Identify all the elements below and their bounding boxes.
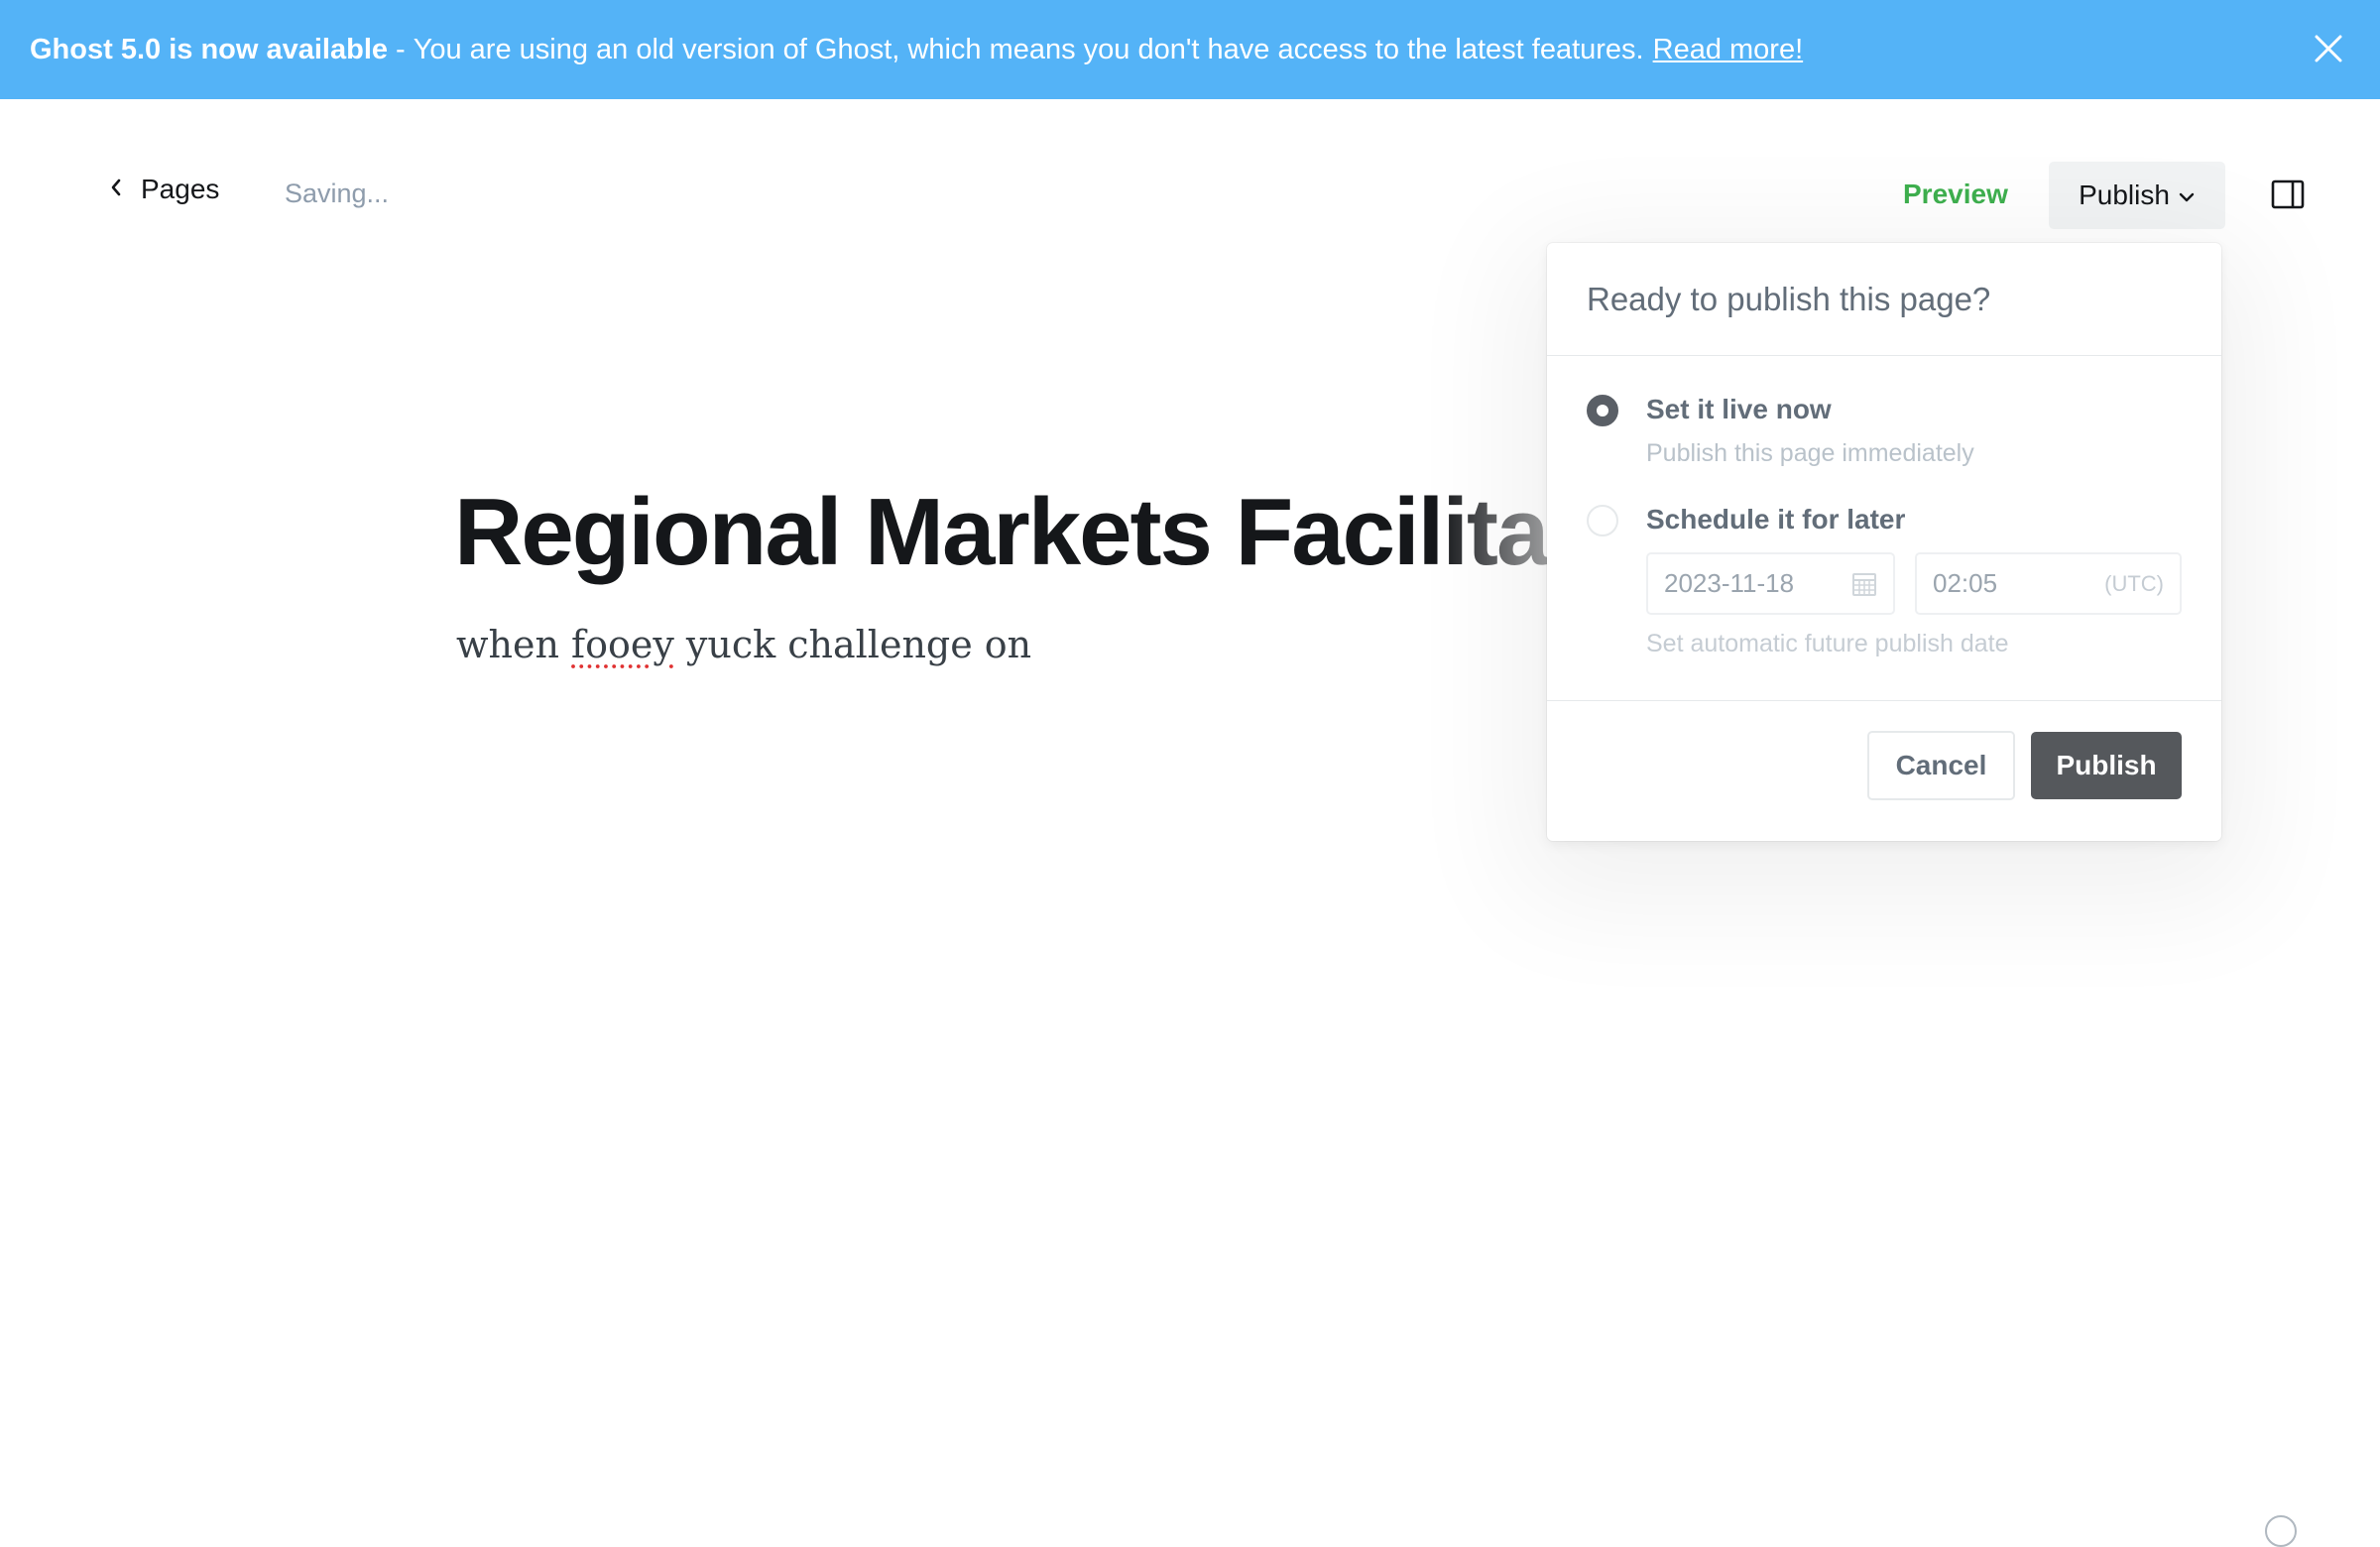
option-now-title: Set it live now bbox=[1646, 394, 1832, 424]
back-to-pages-link[interactable]: Pages bbox=[109, 174, 219, 205]
publish-button[interactable]: Publish bbox=[2031, 732, 2182, 799]
option-schedule-later[interactable]: Schedule it for later bbox=[1587, 504, 1906, 536]
schedule-date-input[interactable]: 2023-11-18 bbox=[1646, 552, 1895, 615]
banner-headline: Ghost 5.0 is now available bbox=[30, 33, 389, 65]
banner-message: You are using an old version of Ghost, w… bbox=[413, 33, 1644, 65]
cancel-button[interactable]: Cancel bbox=[1867, 731, 2015, 800]
update-banner: Ghost 5.0 is now available - You are usi… bbox=[0, 0, 2380, 99]
page-title[interactable]: Regional Markets Facilitator bbox=[454, 478, 1670, 587]
chevron-down-icon bbox=[2170, 179, 2196, 211]
publish-panel-heading: Ready to publish this page? bbox=[1547, 243, 2221, 356]
save-status: Saving... bbox=[285, 178, 390, 208]
option-now-description: Publish this page immediately bbox=[1646, 439, 1974, 467]
radio-schedule-later[interactable] bbox=[1587, 505, 1618, 536]
back-label: Pages bbox=[141, 174, 220, 204]
body-text-start: when bbox=[456, 623, 572, 666]
timezone-label: (UTC) bbox=[2104, 570, 2164, 596]
schedule-time-input[interactable]: 02:05 (UTC) bbox=[1915, 552, 2182, 615]
schedule-help-text: Set automatic future publish date bbox=[1646, 630, 2009, 657]
schedule-date-value: 2023-11-18 bbox=[1664, 568, 1795, 598]
editor-body[interactable]: when fooey yuck challenge on bbox=[456, 623, 1031, 666]
banner-separator: - bbox=[396, 33, 406, 65]
misspelled-word: fooey bbox=[571, 623, 674, 666]
schedule-time-value: 02:05 bbox=[1933, 568, 1998, 598]
option-later-title: Schedule it for later bbox=[1646, 504, 1906, 535]
publish-panel: Ready to publish this page? Set it live … bbox=[1547, 243, 2221, 841]
radio-set-live-now[interactable] bbox=[1587, 395, 1618, 426]
calendar-icon[interactable] bbox=[1851, 571, 1877, 604]
chevron-left-icon bbox=[109, 174, 141, 205]
option-set-live-now[interactable]: Set it live now Publish this page immedi… bbox=[1587, 394, 1974, 468]
preview-button[interactable]: Preview bbox=[1903, 178, 2008, 210]
banner-read-more-link[interactable]: Read more! bbox=[1653, 34, 1804, 66]
close-icon[interactable] bbox=[2313, 33, 2344, 64]
publish-menu-label: Publish bbox=[2079, 179, 2170, 210]
body-text-end: yuck challenge on bbox=[673, 623, 1032, 666]
publish-menu-button[interactable]: Publish bbox=[2049, 162, 2225, 229]
sidebar-toggle-icon[interactable] bbox=[2271, 179, 2305, 209]
help-icon[interactable] bbox=[2265, 1515, 2297, 1547]
